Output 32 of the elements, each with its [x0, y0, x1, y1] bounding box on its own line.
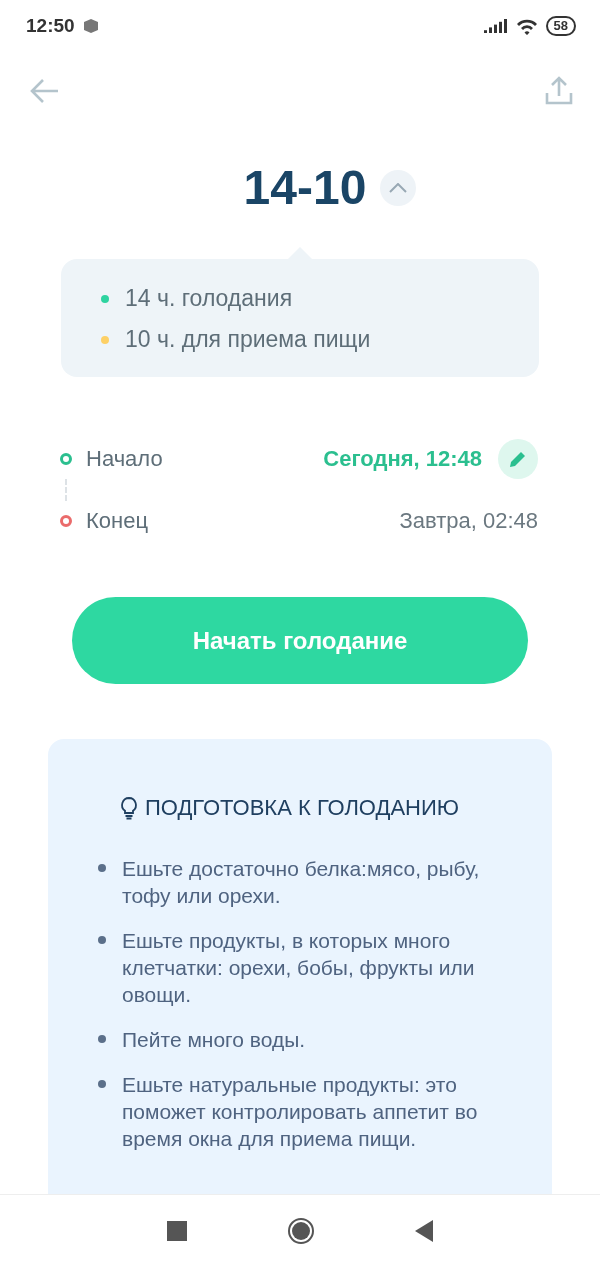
bullet-icon: [98, 1080, 106, 1088]
tip-text: Ешьте натуральные продукты: это поможет контролировать аппетит во время окна для приема пищи.: [122, 1072, 479, 1152]
tip-text: Пейте много воды.: [122, 1027, 306, 1053]
bullet-icon: [98, 1035, 106, 1043]
signal-icon: [483, 19, 508, 33]
collapse-button[interactable]: [380, 169, 417, 206]
wifi-icon: [515, 17, 538, 35]
chevron-icon: [389, 182, 408, 193]
start-fasting-button[interactable]: Начать голодание: [72, 597, 528, 684]
recents-icon[interactable]: [167, 1220, 187, 1241]
schedule-label: Начало: [86, 446, 164, 472]
home-icon[interactable]: [287, 1216, 315, 1245]
phase-label: 10 ч. для приема пищи: [125, 326, 371, 353]
bullet-icon: [98, 936, 106, 944]
schedule-time: Завтра, 02:48: [399, 508, 538, 534]
schedule-time: Сегодня, 12:48: [323, 446, 482, 472]
plan-title: 14-10: [243, 160, 367, 215]
bullet-icon: [98, 864, 106, 872]
pencil-icon: [509, 450, 527, 468]
schedule-label: Конец: [86, 508, 150, 534]
box-icon: [82, 18, 99, 34]
lightbulb-icon: [119, 796, 139, 820]
tips-title: ПОДГОТОВКА К ГОЛОДАНИЮ: [145, 795, 459, 821]
back-arrow-icon: [30, 78, 60, 104]
battery-indicator: 58: [545, 16, 576, 36]
edit-button[interactable]: [498, 439, 538, 479]
phase-label: 14 ч. голодания: [125, 285, 293, 312]
tip-text: Ешьте достаточно белка:мясо, рыбу, тофу или орехи.: [122, 856, 481, 909]
share-icon: [544, 76, 574, 106]
tip-text: Ешьте продукты, в которых много клетчатки: орехи, бобы, фрукты или овощи.: [122, 928, 476, 1008]
back-nav-icon[interactable]: [415, 1219, 433, 1242]
status-time: 12:50: [26, 15, 75, 37]
